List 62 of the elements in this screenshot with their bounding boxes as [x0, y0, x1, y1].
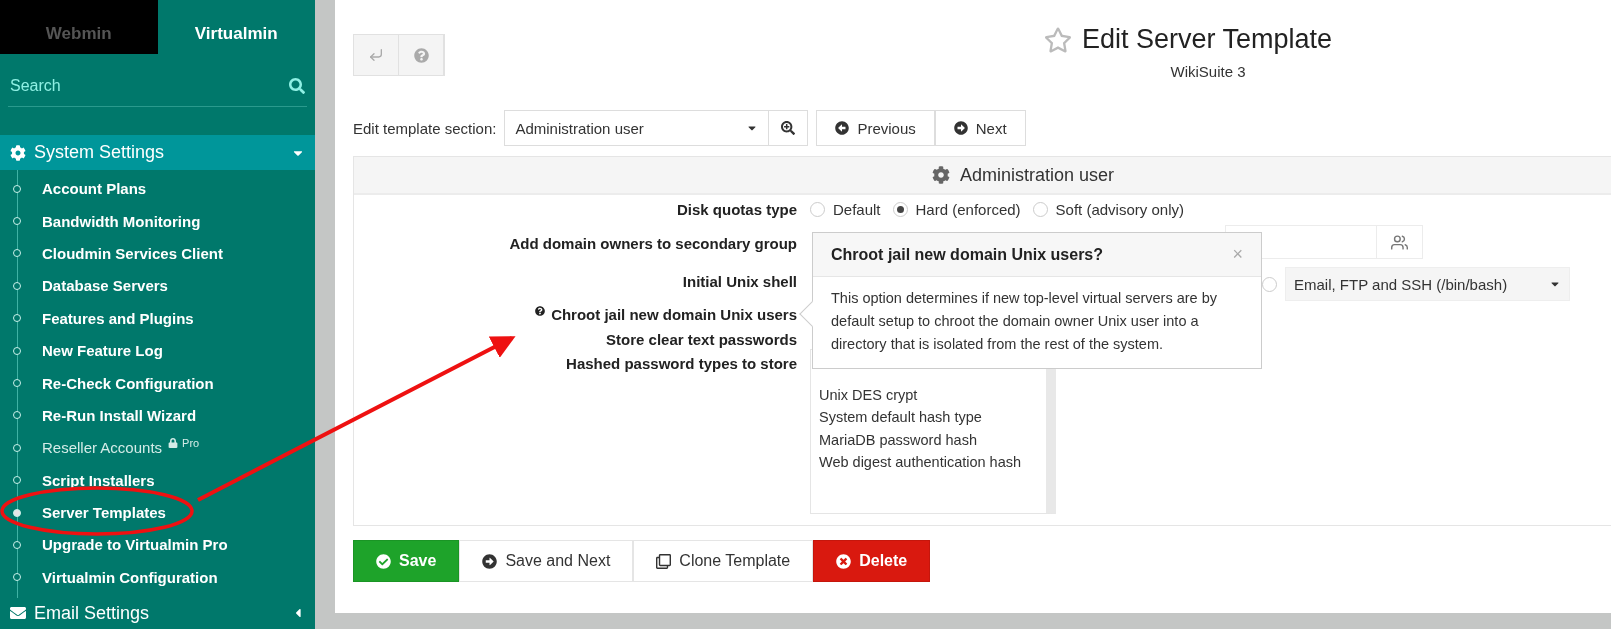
radio-label: Default	[833, 201, 881, 218]
field-label: Add domain owners to secondary group	[509, 235, 797, 252]
popover-title: Chroot jail new domain Unix users?	[831, 245, 1104, 264]
delete-button[interactable]: Delete	[813, 540, 931, 582]
question-icon	[413, 47, 429, 63]
list-option[interactable]: MariaDB password hash	[819, 430, 1038, 450]
gear-icon	[931, 166, 950, 184]
sidebar-item[interactable]: Database Servers	[0, 269, 315, 303]
sidebar-item[interactable]: Virtualmin Configuration	[0, 561, 315, 594]
right-arrow-icon	[953, 121, 968, 135]
previous-button[interactable]: Previous	[816, 110, 935, 146]
sidebar-item[interactable]: Bandwidth Monitoring	[0, 204, 315, 238]
panel-title: Administration user	[959, 164, 1115, 186]
sidebar-item[interactable]: Upgrade to Virtualmin Pro	[0, 528, 315, 562]
clone-template-button[interactable]: Clone Template	[633, 540, 814, 582]
page-title: Edit Server Template	[1081, 24, 1333, 55]
copy-icon	[656, 553, 672, 569]
gear-icon	[10, 144, 26, 161]
section-select[interactable]: Administration user	[504, 110, 770, 146]
list-option[interactable]: System default hash type	[819, 408, 1038, 427]
sidebar-item[interactable]: Features and Plugins	[0, 302, 315, 335]
shell-select[interactable]: Email, FTP and SSH (/bin/bash)	[1285, 267, 1570, 301]
return-arrow-icon	[368, 47, 384, 63]
picker-label: Edit template section:	[353, 119, 497, 137]
category-header[interactable]: System Settings	[0, 135, 315, 171]
save-button[interactable]: Save	[353, 540, 460, 582]
sidebar-item[interactable]: Script Installers	[0, 464, 315, 497]
field-label: Chroot jail new domain Unix users	[551, 306, 797, 323]
list-option[interactable]: Web digest authentication hash	[819, 453, 1038, 472]
check-icon	[376, 553, 391, 569]
field-label: Store clear text passwords	[606, 331, 797, 348]
star-icon[interactable]	[1043, 25, 1072, 54]
sidebar-tab[interactable]: Webmin	[0, 0, 158, 54]
sidebar-item[interactable]: New Feature Log	[0, 334, 315, 367]
sidebar-item[interactable]: Re-Check Configuration	[0, 366, 315, 400]
field-label: Hashed password types to store	[566, 355, 797, 372]
sidebar-item[interactable]: Account Plans	[0, 172, 315, 205]
sidebar-item[interactable]: Re-Run Install Wizard	[0, 399, 315, 432]
right-arrow-icon	[482, 553, 498, 569]
pro-label: Pro	[182, 436, 200, 449]
page-subtitle: WikiSuite 3	[1170, 63, 1246, 80]
view-section-button[interactable]	[769, 110, 809, 146]
cross-icon	[836, 553, 852, 569]
search-field[interactable]: Search	[8, 65, 307, 108]
next-button[interactable]: Next	[934, 110, 1026, 146]
sidebar-item[interactable]: Cloudmin Services Client	[0, 237, 315, 270]
sidebar-item[interactable]: Server Templates	[0, 496, 315, 529]
envelope-icon	[10, 605, 26, 622]
list-option[interactable]: Unix DES crypt	[819, 386, 1038, 405]
left-arrow-icon	[835, 121, 850, 135]
field-label: Disk quotas type	[676, 201, 797, 218]
save-and-next-button[interactable]: Save and Next	[459, 540, 634, 582]
search-icon	[289, 78, 305, 94]
help-button[interactable]	[399, 35, 444, 75]
radio-label: Soft (advisory only)	[1055, 201, 1184, 218]
help-icon[interactable]	[535, 306, 546, 316]
radio-label: Hard (enforced)	[915, 201, 1021, 218]
category-header[interactable]: Email Settings	[0, 597, 315, 629]
back-button[interactable]	[354, 35, 399, 75]
sidebar-item[interactable]: Reseller Accounts Pro	[0, 431, 315, 464]
field-label: Initial Unix shell	[682, 273, 797, 290]
search-icon	[781, 121, 796, 135]
